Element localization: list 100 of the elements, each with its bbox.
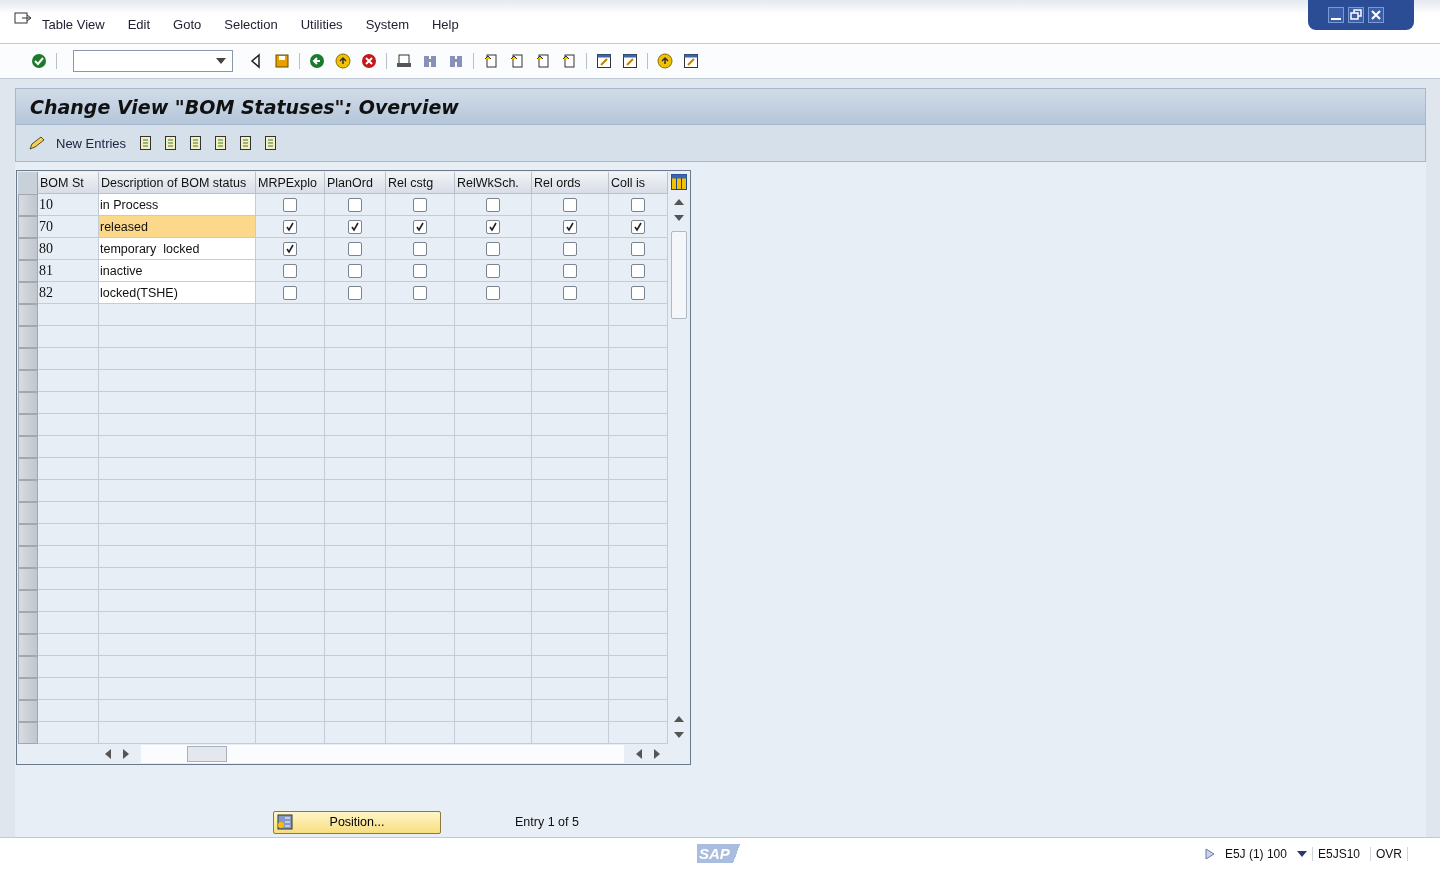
checkbox[interactable]: [563, 219, 577, 234]
description-field[interactable]: in Process: [99, 194, 256, 216]
menu-item[interactable]: System: [365, 17, 409, 32]
insert-mode: OVR: [1370, 847, 1408, 861]
checkbox[interactable]: [348, 219, 362, 234]
checkbox[interactable]: [283, 241, 297, 256]
scroll-down-icon[interactable]: [674, 215, 684, 221]
empty-cell: [256, 348, 325, 370]
scroll-right-icon[interactable]: [654, 749, 660, 759]
menu-item[interactable]: Edit: [127, 17, 151, 32]
checkbox[interactable]: [563, 197, 577, 212]
empty-cell: [609, 348, 668, 370]
description-field[interactable]: locked(TSHE): [99, 282, 256, 304]
table-settings-icon[interactable]: [671, 174, 687, 190]
checkbox[interactable]: [631, 285, 645, 300]
empty-cell: [256, 414, 325, 436]
checkbox[interactable]: [563, 263, 577, 278]
empty-cell: [386, 458, 455, 480]
column-header[interactable]: Coll is: [609, 172, 668, 194]
column-header[interactable]: PlanOrd: [325, 172, 386, 194]
menu-icon[interactable]: [14, 11, 32, 26]
empty-cell: [325, 348, 386, 370]
exit-icon[interactable]: [335, 53, 351, 69]
checkbox[interactable]: [631, 197, 645, 212]
scroll-thumb[interactable]: [671, 231, 687, 319]
checkbox[interactable]: [486, 241, 500, 256]
menu-item[interactable]: Goto: [173, 17, 202, 32]
empty-cell: [325, 546, 386, 568]
checkbox[interactable]: [413, 241, 427, 256]
checkbox[interactable]: [486, 285, 500, 300]
checkbox[interactable]: [413, 285, 427, 300]
check-icon[interactable]: [31, 53, 47, 69]
column-header[interactable]: Description of BOM status: [99, 172, 256, 194]
empty-cell: [386, 436, 455, 458]
checkbox[interactable]: [563, 285, 577, 300]
scroll-left-icon[interactable]: [105, 749, 111, 759]
column-header[interactable]: MRPExplo: [256, 172, 325, 194]
checkbox[interactable]: [413, 219, 427, 234]
checkbox[interactable]: [486, 197, 500, 212]
empty-cell: [325, 370, 386, 392]
empty-cell: [386, 722, 455, 744]
column-header[interactable]: Rel cstg: [386, 172, 455, 194]
checkbox[interactable]: [348, 263, 362, 278]
description-field[interactable]: released: [99, 216, 256, 238]
command-field[interactable]: [73, 50, 233, 72]
scroll-up-icon[interactable]: [674, 716, 684, 722]
empty-cell: [609, 590, 668, 612]
checkbox[interactable]: [631, 219, 645, 234]
dropdown-icon[interactable]: [216, 58, 226, 64]
checkbox[interactable]: [631, 263, 645, 278]
empty-cell: [386, 678, 455, 700]
checkbox[interactable]: [283, 285, 297, 300]
column-header[interactable]: BOM St: [38, 172, 99, 194]
scroll-up-icon[interactable]: [674, 199, 684, 205]
position-button[interactable]: Position...: [273, 810, 441, 834]
description-field[interactable]: inactive: [99, 260, 256, 282]
menu-item[interactable]: Utilities: [300, 17, 343, 32]
minimize-icon[interactable]: [1328, 7, 1344, 23]
cancel-icon[interactable]: [361, 53, 377, 69]
empty-cell: [325, 524, 386, 546]
scroll-left-icon[interactable]: [636, 749, 642, 759]
checkbox[interactable]: [348, 285, 362, 300]
restore-icon[interactable]: [1348, 7, 1364, 23]
empty-cell: [256, 722, 325, 744]
empty-cell: [325, 458, 386, 480]
checkbox[interactable]: [413, 197, 427, 212]
new-entries-button[interactable]: New Entries: [56, 135, 127, 151]
column-header[interactable]: Rel ords: [532, 172, 609, 194]
print-icon[interactable]: [396, 53, 412, 69]
empty-cell: [386, 590, 455, 612]
checkbox[interactable]: [283, 219, 297, 234]
checkbox[interactable]: [348, 197, 362, 212]
empty-cell: [256, 326, 325, 348]
checkbox[interactable]: [486, 219, 500, 234]
expand-triangle-icon[interactable]: [1204, 848, 1215, 860]
empty-cell: [609, 436, 668, 458]
dropdown-icon[interactable]: [1296, 851, 1307, 857]
checkbox[interactable]: [486, 263, 500, 278]
back-icon[interactable]: [309, 53, 325, 69]
checkbox[interactable]: [631, 241, 645, 256]
description-field[interactable]: temporary locked: [99, 238, 256, 260]
scroll-right-icon[interactable]: [123, 749, 129, 759]
checkbox[interactable]: [283, 197, 297, 212]
menu-item[interactable]: Help: [431, 17, 459, 32]
checkbox[interactable]: [283, 263, 297, 278]
checkbox[interactable]: [563, 241, 577, 256]
save-icon[interactable]: [274, 53, 290, 69]
menu-item[interactable]: Selection: [224, 17, 278, 32]
pencil-icon[interactable]: [28, 135, 46, 151]
scroll-thumb[interactable]: [187, 746, 227, 762]
menu-item[interactable]: Table View: [42, 17, 105, 32]
scroll-down-icon[interactable]: [674, 732, 684, 738]
checkbox[interactable]: [413, 263, 427, 278]
column-header[interactable]: RelWkSch.: [455, 172, 532, 194]
close-icon[interactable]: [1368, 7, 1384, 23]
empty-cell: [325, 634, 386, 656]
checkbox[interactable]: [348, 241, 362, 256]
horizontal-scrollbar[interactable]: [141, 745, 624, 763]
empty-cell: [609, 612, 668, 634]
empty-cell: [386, 392, 455, 414]
